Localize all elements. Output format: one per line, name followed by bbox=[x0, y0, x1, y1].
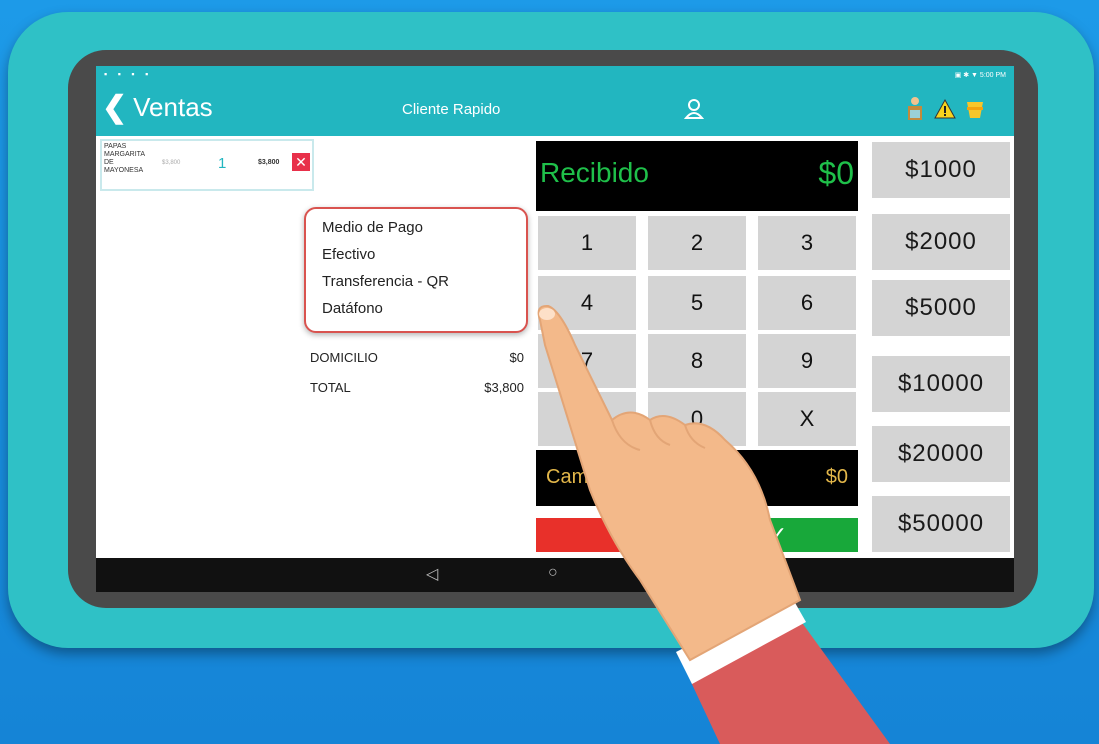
key-2[interactable]: 2 bbox=[648, 216, 746, 270]
cup-icon[interactable] bbox=[964, 96, 986, 122]
item-quantity[interactable]: 1 bbox=[218, 155, 226, 172]
key-3[interactable]: 3 bbox=[758, 216, 856, 270]
cart-item[interactable]: PAPAS MARGARITA DE MAYONESA $3,800 1 $3,… bbox=[100, 139, 314, 191]
status-icons-left: ▪ ▪ ▪ ▪ bbox=[104, 69, 153, 79]
page-title: Ventas bbox=[133, 92, 213, 122]
key-7[interactable]: 7 bbox=[538, 334, 636, 388]
change-value: $0 bbox=[825, 466, 848, 488]
key-9[interactable]: 9 bbox=[758, 334, 856, 388]
key-blank[interactable] bbox=[538, 392, 636, 446]
key-4[interactable]: 4 bbox=[538, 276, 636, 330]
app-bar: ❮ Ventas Cliente Rapido bbox=[96, 86, 1014, 136]
delete-icon[interactable]: ✕ bbox=[292, 153, 310, 171]
nav-home-icon[interactable]: ○ bbox=[548, 564, 558, 582]
payment-option-header[interactable]: Medio de Pago bbox=[322, 219, 423, 236]
total-label: TOTAL bbox=[310, 380, 351, 395]
received-display: Recibido $0 bbox=[536, 141, 858, 211]
delivery-value: $0 bbox=[509, 350, 524, 365]
quick-amount-1000[interactable]: $1000 bbox=[872, 142, 1010, 198]
quick-amount-2000[interactable]: $2000 bbox=[872, 214, 1010, 270]
key-5[interactable]: 5 bbox=[648, 276, 746, 330]
delivery-person-icon[interactable] bbox=[904, 96, 926, 122]
tablet-screen: ▪ ▪ ▪ ▪ ▣ ✱ ▼ 5:00 PM ❮ Ventas Cliente R… bbox=[96, 66, 1014, 592]
change-label: Cambio bbox=[546, 466, 615, 488]
status-bar: ▪ ▪ ▪ ▪ ▣ ✱ ▼ 5:00 PM bbox=[96, 66, 1014, 86]
quick-amount-20000[interactable]: $20000 bbox=[872, 426, 1010, 482]
item-name: PAPAS MARGARITA DE MAYONESA bbox=[104, 143, 145, 174]
key-0[interactable]: 0 bbox=[648, 392, 746, 446]
cancel-button[interactable] bbox=[536, 518, 696, 552]
total-value: $3,800 bbox=[484, 380, 524, 395]
payment-option-card[interactable]: Datáfono bbox=[322, 300, 383, 317]
quick-amount-50000[interactable]: $50000 bbox=[872, 496, 1010, 552]
change-display: Cambio $0 bbox=[536, 450, 858, 506]
back-button[interactable]: ❮ Ventas bbox=[102, 92, 213, 123]
received-label: Recibido bbox=[540, 157, 649, 188]
confirm-button[interactable]: ✓ bbox=[698, 518, 858, 552]
quick-amount-10000[interactable]: $10000 bbox=[872, 356, 1010, 412]
received-value: $0 bbox=[818, 155, 854, 191]
quick-amount-5000[interactable]: $5000 bbox=[872, 280, 1010, 336]
item-original-price: $3,800 bbox=[162, 160, 181, 166]
chevron-left-icon: ❮ bbox=[102, 90, 128, 124]
delivery-row: DOMICILIO $0 bbox=[310, 350, 524, 368]
warning-icon[interactable] bbox=[934, 96, 956, 122]
item-price: $3,800 bbox=[258, 159, 280, 166]
payment-method-dropdown[interactable]: Medio de Pago Efectivo Transferencia - Q… bbox=[304, 207, 528, 333]
payment-option-transfer[interactable]: Transferencia - QR bbox=[322, 273, 449, 290]
key-1[interactable]: 1 bbox=[538, 216, 636, 270]
delivery-label: DOMICILIO bbox=[310, 350, 378, 365]
nav-back-icon[interactable]: ◁ bbox=[426, 564, 438, 584]
appbar-icons bbox=[904, 96, 986, 122]
total-row: TOTAL $3,800 bbox=[310, 380, 524, 398]
payment-option-cash[interactable]: Efectivo bbox=[322, 246, 375, 263]
key-6[interactable]: 6 bbox=[758, 276, 856, 330]
key-clear[interactable]: X bbox=[758, 392, 856, 446]
status-icons-right: ▣ ✱ ▼ 5:00 PM bbox=[954, 72, 1006, 79]
android-nav-bar: ◁ ○ bbox=[96, 558, 1014, 592]
client-name[interactable]: Cliente Rapido bbox=[402, 101, 500, 118]
user-icon[interactable] bbox=[684, 98, 704, 120]
key-8[interactable]: 8 bbox=[648, 334, 746, 388]
